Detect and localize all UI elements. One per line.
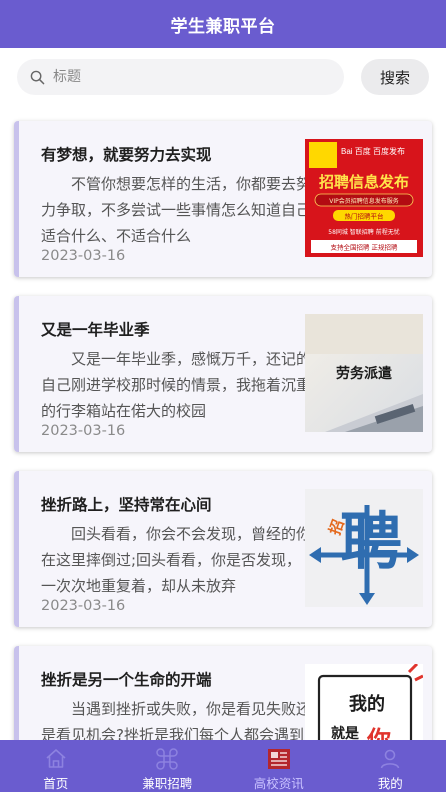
page-title: 学生兼职平台 — [170, 16, 276, 37]
article-date: 2023-03-16 — [41, 423, 126, 439]
article-summary: 不管你想要怎样的生活，你都要去努力争取，不多尝试一些事情怎么知道自己适合什么、不… — [41, 175, 312, 245]
tab-label: 兼职招聘 — [142, 776, 193, 791]
pin-big-char: 聘 — [340, 505, 402, 578]
tab-campus-news[interactable]: 高校资讯 — [223, 740, 335, 792]
app-header: 学生兼职平台 — [0, 0, 446, 48]
newspaper-icon — [266, 746, 292, 772]
poster-footer: 支持全国招聘 正规招聘 — [330, 243, 398, 252]
search-box[interactable] — [17, 59, 344, 95]
tab-part-time-jobs[interactable]: 兼职招聘 — [112, 740, 224, 792]
card-accent-bar — [14, 121, 19, 277]
article-title: 挫折是另一个生命的开端 — [41, 671, 212, 689]
tab-label: 首页 — [43, 776, 69, 791]
tab-label: 我的 — [377, 776, 403, 791]
card-accent-bar — [14, 471, 19, 627]
article-card[interactable]: 又是一年毕业季 又是一年毕业季，感慨万千，还记的自己刚进学校那时候的情景，我拖着… — [14, 296, 432, 452]
home-icon — [44, 746, 68, 772]
labor-dispatch-image: 劳务派遣 — [305, 314, 423, 432]
user-icon — [378, 746, 402, 772]
search-bar: 搜索 — [0, 48, 446, 108]
article-summary: 当遇到挫折或失败，你是看见失败还是看见机会?挫折是我们每个人都会遇到的 — [41, 700, 312, 740]
wanted-you-image: 我的 就是 你 — [305, 664, 423, 740]
poster-headline: 招聘信息发布 — [319, 173, 409, 191]
recruit-poster-image: Bai 百度 百度发布 招聘信息发布 VIP会员招聘信息发布服务 热门招聘平台 … — [305, 139, 423, 257]
article-card[interactable]: 有梦想，就要努力去实现 不管你想要怎样的生活，你都要去努力争取，不多尝试一些事情… — [14, 121, 432, 277]
grid-command-icon — [155, 746, 179, 772]
article-thumbnail: 我的 就是 你 — [305, 664, 423, 740]
wanted-line2: 就是 — [331, 725, 360, 740]
wanted-line3: 你 — [366, 726, 391, 740]
article-date: 2023-03-16 — [41, 598, 126, 614]
article-title: 又是一年毕业季 — [41, 321, 150, 339]
card-accent-bar — [14, 646, 19, 740]
tab-mine[interactable]: 我的 — [335, 740, 446, 792]
article-thumbnail: Bai 百度 百度发布 招聘信息发布 VIP会员招聘信息发布服务 热门招聘平台 … — [305, 139, 423, 257]
article-thumbnail: 招 聘 — [305, 489, 423, 607]
article-card[interactable]: 挫折是另一个生命的开端 当遇到挫折或失败，你是看见失败还是看见机会?挫折是我们每… — [14, 646, 432, 740]
poster-line2: 热门招聘平台 — [345, 212, 384, 221]
article-date: 2023-03-16 — [41, 248, 126, 264]
pin-sign-image: 招 聘 — [305, 489, 423, 607]
article-card[interactable]: 挫折路上，坚持常在心间 回头看看，你会不会发现，曾经的你在这里摔倒过;回头看看，… — [14, 471, 432, 627]
poster-tags: 58同城 智联招聘 前程无忧 — [328, 228, 399, 236]
article-summary: 回头看看，你会不会发现，曾经的你在这里摔倒过;回头看看，你是否发现，一次次地重复… — [41, 525, 312, 595]
article-thumbnail: 劳务派遣 — [305, 314, 423, 432]
article-list: 有梦想，就要努力去实现 不管你想要怎样的生活，你都要去努力争取，不多尝试一些事情… — [0, 108, 446, 740]
article-summary: 又是一年毕业季，感慨万千，还记的自己刚进学校那时候的情景，我拖着沉重的行李箱站在… — [41, 350, 312, 420]
poster-brand: Bai 百度 百度发布 — [341, 146, 405, 156]
search-button[interactable]: 搜索 — [361, 59, 429, 95]
article-title: 挫折路上，坚持常在心间 — [41, 496, 212, 514]
bottom-tab-bar: 首页 兼职招聘 高校资讯 我的 — [0, 740, 446, 792]
dispatch-text: 劳务派遣 — [336, 365, 392, 382]
search-input[interactable] — [51, 68, 315, 86]
article-title: 有梦想，就要努力去实现 — [41, 146, 212, 164]
tab-home[interactable]: 首页 — [0, 740, 112, 792]
card-accent-bar — [14, 296, 19, 452]
search-icon — [30, 70, 45, 84]
wanted-line1: 我的 — [349, 693, 385, 715]
tab-label: 高校资讯 — [253, 776, 304, 791]
poster-line1: VIP会员招聘信息发布服务 — [329, 197, 399, 205]
